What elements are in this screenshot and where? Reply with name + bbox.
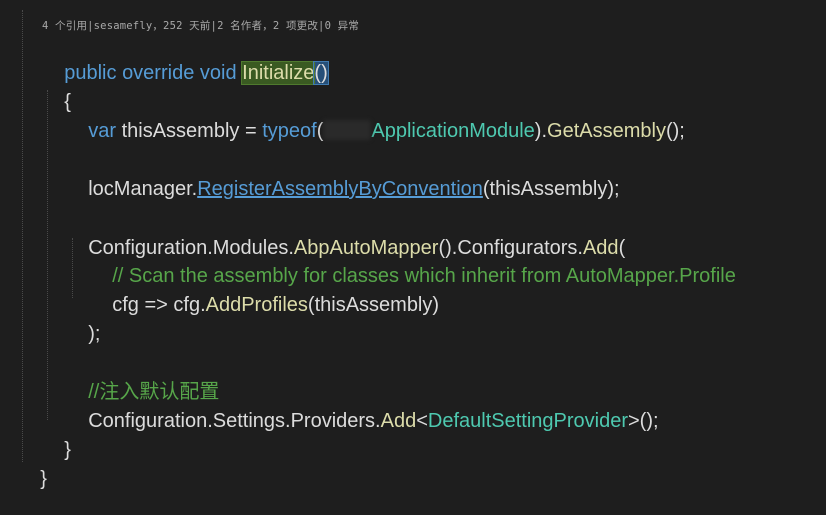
close-paren-dot: ). xyxy=(534,120,548,142)
method-name-initialize[interactable]: Initialize xyxy=(241,61,316,85)
type-applicationmodule[interactable]: ApplicationModule xyxy=(371,120,534,142)
code-editor[interactable]: 4 个引用|sesamefly，252 天前|2 名作者，2 项更改|0 异常 … xyxy=(0,0,826,490)
keyword-var: var xyxy=(88,120,117,142)
indent-guide-outer xyxy=(22,10,23,462)
type-defaultsettingprovider[interactable]: DefaultSettingProvider xyxy=(428,410,628,432)
assign-operator: = xyxy=(239,120,263,142)
close-brace-method: } xyxy=(64,439,71,461)
close-brace-class: } xyxy=(40,468,47,490)
method-addprofiles[interactable]: AddProfiles xyxy=(206,294,308,316)
keyword-override: override xyxy=(122,62,195,84)
redacted-text-blur xyxy=(323,120,372,140)
keyword-void: void xyxy=(199,62,237,84)
lambda-cfg: cfg => cfg. xyxy=(112,294,206,316)
close-call: ); xyxy=(88,323,101,345)
generic-close: >(); xyxy=(628,410,659,432)
generic-open: < xyxy=(416,410,428,432)
code-line-lambda[interactable]: cfg => cfg.AddProfiles(thisAssembly) xyxy=(90,269,439,341)
method-getassembly[interactable]: GetAssembly xyxy=(547,120,666,142)
identifier-locmanager: locManager. xyxy=(88,178,198,200)
codelens-info[interactable]: 4 个引用|sesamefly，252 天前|2 名作者，2 项更改|0 异常 xyxy=(42,18,359,33)
keyword-typeof: typeof xyxy=(262,120,317,142)
settings-providers-path: Configuration.Settings.Providers. xyxy=(88,410,381,432)
keyword-public: public xyxy=(64,62,117,84)
signature-parens: () xyxy=(313,61,329,85)
lambda-args: (thisAssembly) xyxy=(307,294,440,316)
indent-guide-method xyxy=(47,90,48,420)
code-line-settings-providers[interactable]: Configuration.Settings.Providers.Add<Def… xyxy=(66,385,659,457)
method-registerassemblybyconvention-link[interactable]: RegisterAssemblyByConvention xyxy=(197,178,483,200)
open-paren: ( xyxy=(316,120,324,142)
statement-end: (); xyxy=(665,120,685,142)
call-args: (thisAssembly); xyxy=(482,178,620,200)
method-add-generic[interactable]: Add xyxy=(381,410,417,432)
identifier-thisassembly: thisAssembly xyxy=(121,120,240,142)
code-line-close-class[interactable]: } xyxy=(18,443,47,515)
